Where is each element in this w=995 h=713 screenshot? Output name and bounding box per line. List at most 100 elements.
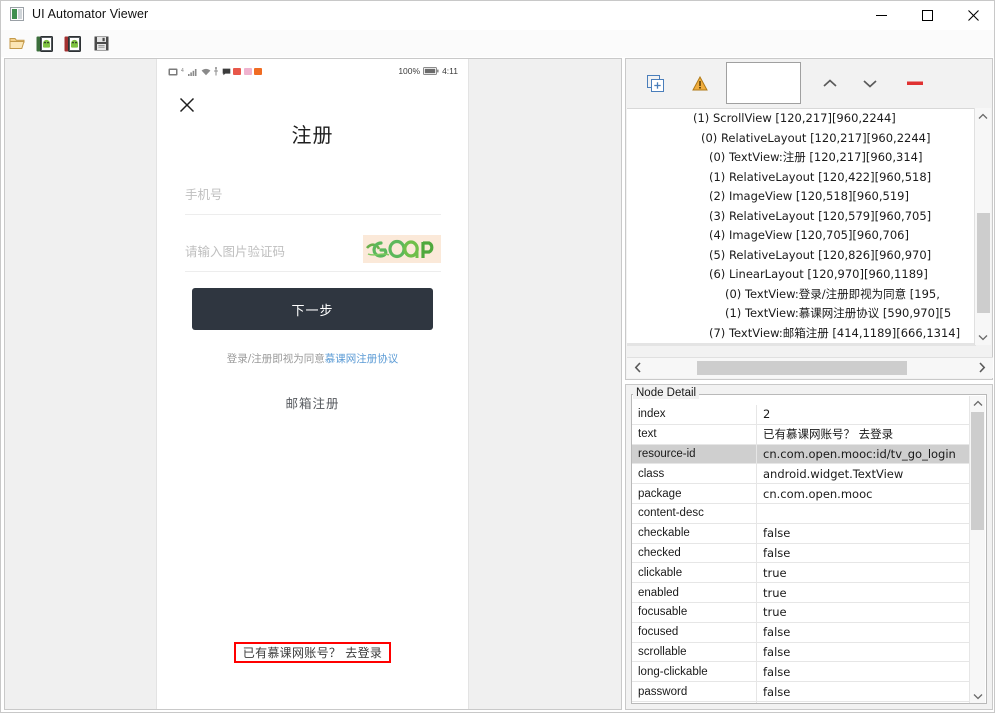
toolbar-buttons [6,33,112,54]
node-detail-frame: index 2 text 已有慕课网账号？ 去登录 resource-id cn.com.… [631,394,987,704]
node-detail-key: text [632,424,757,445]
battery-percent-label: 100% [398,66,421,76]
open-file-icon[interactable] [6,33,28,54]
tree-node-label: (5) RelativeLayout [120,826][960,970] [709,247,932,262]
node-detail-value: false [756,523,971,544]
node-detail-row[interactable]: package cn.com.open.mooc [632,483,971,504]
search-prev-button[interactable] [816,71,844,95]
right-panel: (1) ScrollView [120,217][960,2244] (0) Re… [625,58,993,710]
tree-node[interactable]: (0) RelativeLayout [120,217][960,2244] [627,129,976,149]
save-icon[interactable] [90,33,112,54]
device-screenshot-compressed-icon[interactable] [62,33,84,54]
node-detail-key: clickable [632,562,757,584]
node-detail-row[interactable]: class android.widget.TextView [632,463,971,485]
signal-icon [188,68,197,76]
device-screenshot[interactable]: 4 100% 4:11 注册 手机号 请输入图片验证码 下一步 登录/注册即视为… [156,59,469,709]
maximize-button[interactable] [904,1,950,30]
node-detail-row[interactable]: checked false [632,543,971,564]
email-register-link[interactable]: 邮箱注册 [157,393,468,412]
hierarchy-tree[interactable]: (1) ScrollView [120,217][960,2244] (0) Re… [627,108,976,346]
tree-node-label: (0) RelativeLayout [120,217][960,2244] [701,130,931,145]
warning-icon[interactable] [688,71,712,95]
register-title: 注册 [291,123,334,147]
tree-node[interactable]: (5) RelativeLayout [120,826][960,970] [627,246,976,266]
node-detail-row[interactable]: text 已有慕课网账号？ 去登录 [632,424,971,445]
scroll-up-icon[interactable] [975,108,991,124]
close-button[interactable] [950,1,994,30]
scroll-up-icon[interactable] [970,396,985,411]
node-detail-scrollbar[interactable] [969,396,985,703]
node-detail-row[interactable]: clickable true [632,562,971,584]
node-detail-key: long-clickable [632,661,757,683]
node-detail-value: true [756,562,971,584]
screenshot-panel[interactable]: 4 100% 4:11 注册 手机号 请输入图片验证码 下一步 登录/注册即视为… [4,58,622,710]
node-detail-row[interactable]: selectedfalse [632,701,971,703]
expand-all-icon[interactable] [643,71,667,95]
tree-node[interactable]: (7) TextView:邮箱注册 [414,1189][666,1314] [627,324,976,344]
app-badge-red-icon [233,68,241,75]
window-title: UI Automator Viewer [32,7,149,21]
scroll-right-icon[interactable] [973,358,991,377]
node-detail-row[interactable]: focused false [632,622,971,643]
android-status-bar: 4 100% 4:11 [157,64,468,84]
scrollbar-thumb[interactable] [697,361,907,375]
captcha-input-field[interactable]: 请输入图片验证码 [185,231,441,272]
tree-node-label: (4) ImageView [120,705][960,706] [709,228,909,242]
node-detail-row[interactable]: password false [632,681,971,702]
node-detail-title: Node Detail [633,387,700,399]
hierarchy-horizontal-scrollbar[interactable] [627,357,993,378]
node-detail-row[interactable]: checkable false [632,523,971,544]
node-detail-row[interactable]: long-clickable false [632,661,971,683]
hierarchy-vertical-scrollbar[interactable] [974,108,991,345]
tree-node[interactable]: (4) ImageView [120,705][960,706] [627,226,976,246]
node-detail-value: false [756,661,971,683]
tree-node[interactable]: (1) RelativeLayout [120,422][960,518] [627,168,976,188]
go-login-highlighted-node[interactable]: 已有慕课网账号？ 去登录 [234,642,391,663]
tree-node[interactable]: (2) TextView:已有慕课网账号？ 去登录 [270,2029][9 [627,343,976,346]
node-detail-row[interactable]: resource-id cn.com.open.mooc:id/tv_go_log… [632,444,971,465]
node-detail-row[interactable]: focusable true [632,602,971,623]
search-next-button[interactable] [856,71,884,95]
scrollbar-thumb[interactable] [971,412,984,530]
node-detail-value: false [756,681,971,702]
minimize-button[interactable] [858,1,904,30]
node-detail-key: scrollable [632,642,757,663]
device-screenshot-icon[interactable] [34,33,56,54]
tree-node[interactable]: (0) TextView:注册 [120,217][960,314] [627,148,976,168]
phone-input-field[interactable]: 手机号 [185,174,441,215]
node-detail-value [756,503,971,524]
close-icon[interactable] [179,97,195,113]
next-step-button[interactable]: 下一步 [192,288,433,330]
tree-node-label: (6) LinearLayout [120,970][960,1189] [709,267,928,281]
search-input[interactable] [726,62,801,104]
tree-node[interactable]: (0) TextView:登录/注册即视为同意 [195, [627,285,976,305]
clock-label: 4:11 [442,66,458,76]
node-detail-value: false [756,642,971,663]
window-controls [858,1,994,30]
scrollbar-thumb[interactable] [977,213,990,313]
tree-node[interactable]: (6) LinearLayout [120,970][960,1189] [627,265,976,285]
scroll-left-icon[interactable] [629,358,647,377]
scroll-down-icon[interactable] [975,329,991,345]
node-detail-table: index 2 text 已有慕课网账号？ 去登录 resource-id cn.com.… [632,405,971,703]
captcha-image[interactable] [363,235,441,263]
node-detail-row[interactable]: index 2 [632,405,971,425]
node-detail-row[interactable]: enabled true [632,582,971,603]
agreement-link[interactable]: 慕课网注册协议 [325,353,399,365]
node-detail-key: index [632,405,757,425]
title-bar-left: UI Automator Viewer [10,7,148,21]
usb-icon [214,67,218,76]
tree-node[interactable]: (3) RelativeLayout [120,579][960,705] [627,207,976,227]
scroll-down-icon[interactable] [970,689,985,703]
clear-search-icon[interactable] [901,71,929,95]
battery-icon [423,67,439,75]
node-detail-row[interactable]: content-desc [632,503,971,524]
node-detail-key: focused [632,622,757,643]
node-detail-key: checked [632,543,757,564]
node-detail-row[interactable]: scrollable false [632,642,971,663]
tree-node[interactable]: (1) TextView:慕课网注册协议 [590,970][5 [627,304,976,324]
tree-node[interactable]: (2) ImageView [120,518][960,519] [627,187,976,207]
tree-node[interactable]: (1) ScrollView [120,217][960,2244] [627,109,976,129]
node-detail-key: password [632,681,757,702]
tree-node-label: (0) TextView:注册 [120,217][960,314] [709,150,923,164]
